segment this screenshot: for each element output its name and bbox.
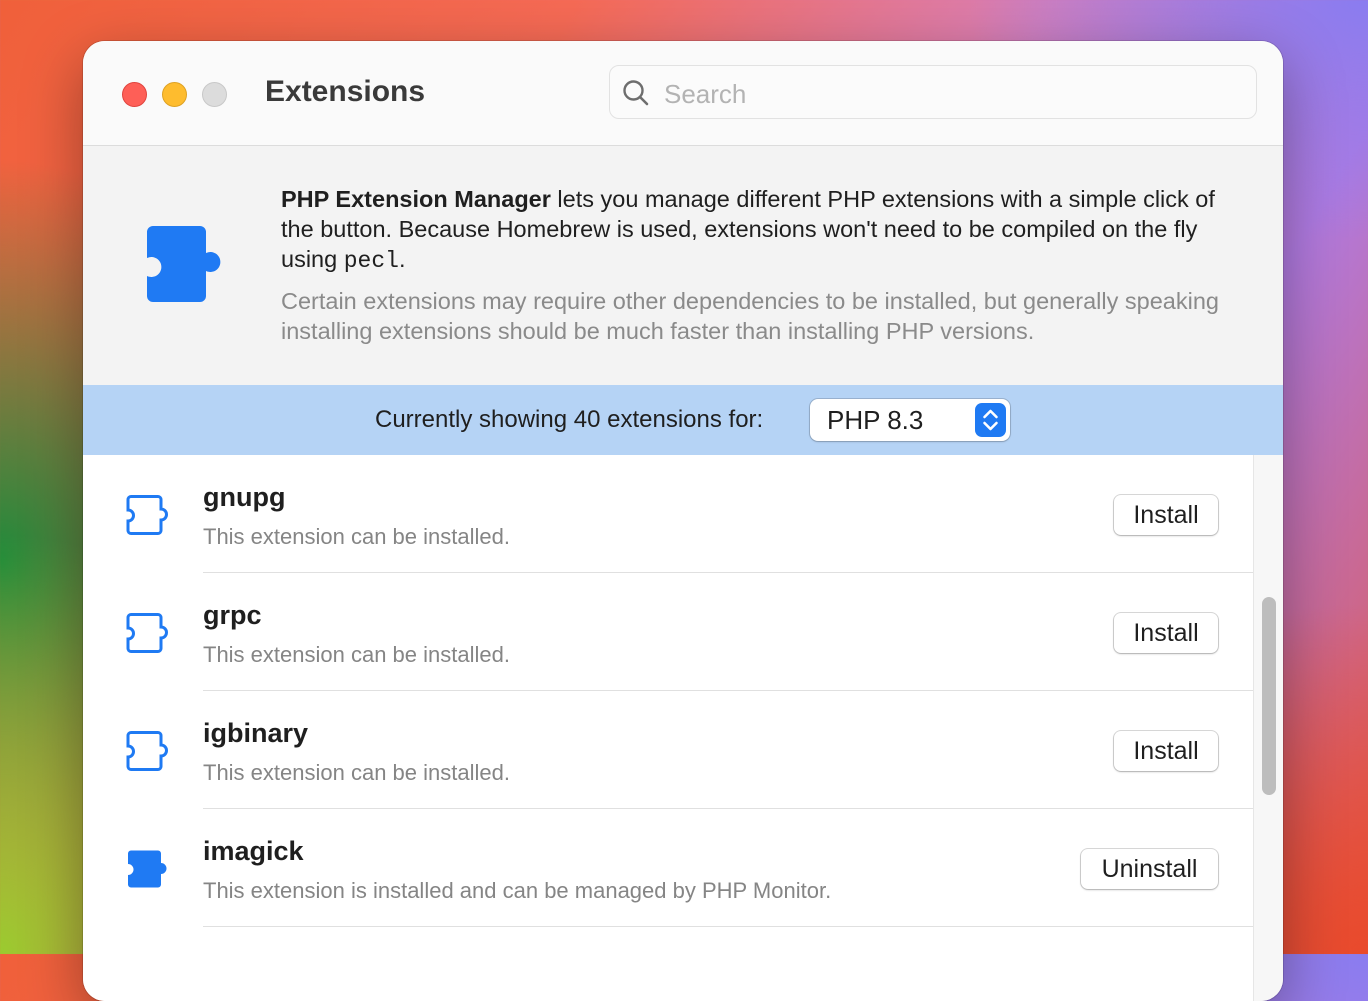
list-item: imagick This extension is installed and … xyxy=(83,809,1253,927)
info-text: PHP Extension Manager lets you manage di… xyxy=(281,184,1231,346)
search-field[interactable] xyxy=(609,65,1257,119)
scrollbar-thumb[interactable] xyxy=(1262,597,1276,795)
chevron-up-down-icon xyxy=(975,403,1006,437)
search-input[interactable] xyxy=(662,74,1246,114)
zoom-button[interactable] xyxy=(202,82,227,107)
title-bar: Extensions xyxy=(83,41,1283,146)
extension-list: gnupg This extension can be installed. I… xyxy=(83,455,1253,1001)
php-version-select[interactable]: PHP 8.3 xyxy=(810,399,1010,441)
minimize-button[interactable] xyxy=(162,82,187,107)
info-text-part2: . xyxy=(398,246,406,272)
install-button[interactable]: Install xyxy=(1114,731,1218,771)
window-title: Extensions xyxy=(265,75,426,108)
uninstall-button[interactable]: Uninstall xyxy=(1081,849,1218,889)
info-note: Certain extensions may require other dep… xyxy=(281,288,1219,344)
filter-label: Currently showing 40 extensions for: xyxy=(375,406,764,433)
extensions-window: Extensions PHP Extension Manager lets yo… xyxy=(83,41,1283,1001)
extension-status: This extension can be installed. xyxy=(203,642,510,667)
info-panel: PHP Extension Manager lets you manage di… xyxy=(83,146,1283,385)
info-description: PHP Extension Manager lets you manage di… xyxy=(281,184,1231,276)
puzzle-piece-outline-icon xyxy=(126,613,168,653)
puzzle-piece-outline-icon xyxy=(126,731,168,771)
scrollbar[interactable] xyxy=(1253,455,1283,1001)
list-item: grpc This extension can be installed. In… xyxy=(83,573,1253,691)
filter-bar: Currently showing 40 extensions for: PHP… xyxy=(83,385,1283,455)
extension-status: This extension can be installed. xyxy=(203,524,510,549)
puzzle-piece-filled-icon xyxy=(128,850,167,888)
extension-name: imagick xyxy=(203,836,304,866)
extension-status: This extension is installed and can be m… xyxy=(203,878,832,903)
info-title: PHP Extension Manager xyxy=(281,186,551,212)
list-item: igbinary This extension can be installed… xyxy=(83,691,1253,809)
puzzle-piece-icon xyxy=(147,226,221,302)
list-item: gnupg This extension can be installed. I… xyxy=(83,455,1253,573)
extension-status: This extension can be installed. xyxy=(203,760,510,785)
close-button[interactable] xyxy=(122,82,147,107)
php-version-value: PHP 8.3 xyxy=(827,405,924,435)
install-button[interactable]: Install xyxy=(1114,495,1218,535)
info-code: pecl xyxy=(343,248,399,274)
extension-name: gnupg xyxy=(203,482,286,512)
puzzle-piece-outline-icon xyxy=(126,495,168,535)
row-divider xyxy=(203,926,1253,927)
extension-name: grpc xyxy=(203,600,262,630)
search-icon xyxy=(623,80,649,106)
install-button[interactable]: Install xyxy=(1114,613,1218,653)
extension-name: igbinary xyxy=(203,718,309,748)
